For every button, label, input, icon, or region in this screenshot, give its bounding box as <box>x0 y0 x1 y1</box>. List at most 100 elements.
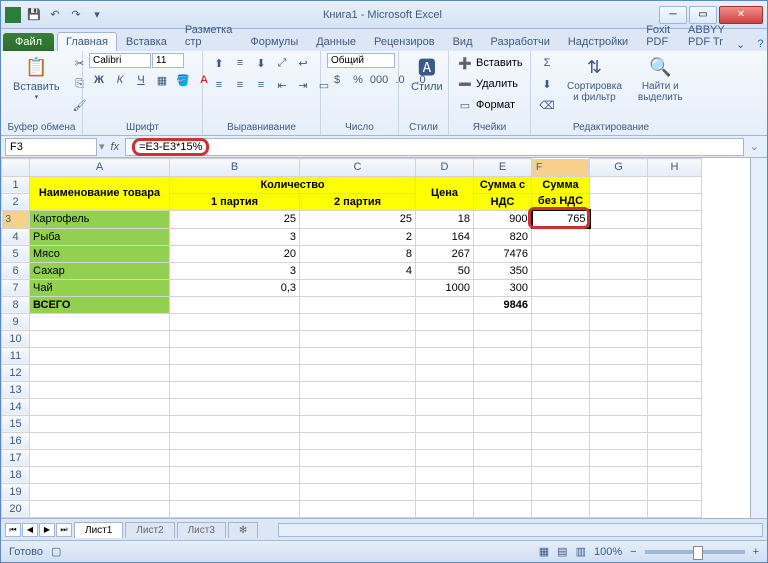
italic-icon[interactable]: К <box>110 70 130 90</box>
tab-layout[interactable]: Разметка стр <box>176 20 242 51</box>
row-header[interactable]: 3 <box>2 211 30 228</box>
align-center-icon[interactable]: ≡ <box>230 75 250 95</box>
row-header[interactable]: 14 <box>2 398 30 415</box>
help-icon[interactable]: ? <box>754 37 768 51</box>
row-header[interactable]: 4 <box>2 228 30 245</box>
sheet-nav-last-icon[interactable]: ⏭ <box>56 523 72 537</box>
tab-formulas[interactable]: Формулы <box>241 32 307 51</box>
row-header[interactable]: 9 <box>2 313 30 330</box>
insert-cells-label[interactable]: Вставить <box>476 57 523 69</box>
tab-home[interactable]: Главная <box>57 32 117 51</box>
format-cells-icon[interactable]: ▭ <box>455 95 475 115</box>
delete-cells-icon[interactable]: ➖ <box>455 74 475 94</box>
col-header[interactable]: D <box>416 159 474 177</box>
align-middle-icon[interactable]: ≡ <box>230 53 250 73</box>
styles-button[interactable]: 🅰Стили <box>405 53 449 95</box>
row-header[interactable]: 5 <box>2 245 30 262</box>
file-tab[interactable]: Файл <box>3 33 54 51</box>
fx-icon[interactable]: fx <box>107 141 124 153</box>
row-header[interactable]: 7 <box>2 279 30 296</box>
align-right-icon[interactable]: ≡ <box>251 75 271 95</box>
row-header[interactable]: 12 <box>2 364 30 381</box>
tab-data[interactable]: Данные <box>307 32 365 51</box>
tab-view[interactable]: Вид <box>444 32 482 51</box>
row-header[interactable]: 10 <box>2 330 30 347</box>
indent-inc-icon[interactable]: ⇥ <box>293 75 313 95</box>
horizontal-scrollbar[interactable] <box>278 523 763 537</box>
view-layout-icon[interactable]: ▤ <box>557 545 567 558</box>
autosum-icon[interactable]: Σ <box>537 53 557 73</box>
formula-input[interactable]: =E3-E3*15% <box>125 138 744 156</box>
zoom-in-icon[interactable]: + <box>753 546 759 558</box>
row-header[interactable]: 20 <box>2 500 30 517</box>
col-header[interactable]: H <box>648 159 702 177</box>
namebox-dropdown-icon[interactable]: ▾ <box>99 140 105 153</box>
sheet-tab-new[interactable]: ✻ <box>228 522 258 538</box>
wrap-text-icon[interactable]: ↩ <box>293 53 313 73</box>
col-header[interactable]: B <box>170 159 300 177</box>
view-normal-icon[interactable]: ▦ <box>539 545 549 558</box>
font-size-select[interactable]: 11 <box>152 53 184 68</box>
row-header[interactable]: 2 <box>2 193 30 210</box>
row-header[interactable]: 13 <box>2 381 30 398</box>
orientation-icon[interactable]: ⤢ <box>272 53 292 73</box>
tab-addins[interactable]: Надстройки <box>559 32 637 51</box>
col-header[interactable]: C <box>300 159 416 177</box>
row-header[interactable]: 21 <box>2 517 30 518</box>
sort-filter-button[interactable]: ⇅Сортировка и фильтр <box>561 53 628 105</box>
clear-icon[interactable]: ⌫ <box>537 95 557 115</box>
sheet-tab-3[interactable]: Лист3 <box>177 522 226 538</box>
col-header[interactable]: F <box>532 159 589 176</box>
bold-icon[interactable]: Ж <box>89 70 109 90</box>
row-header[interactable]: 1 <box>2 176 30 193</box>
paste-button[interactable]: 📋Вставить▾ <box>7 53 66 103</box>
percent-icon[interactable]: % <box>348 70 368 90</box>
tab-insert[interactable]: Вставка <box>117 32 176 51</box>
formula-expand-icon[interactable]: ⌄ <box>746 140 763 153</box>
col-header[interactable]: E <box>474 159 532 177</box>
align-left-icon[interactable]: ≡ <box>209 75 229 95</box>
align-bottom-icon[interactable]: ⬇ <box>251 53 271 73</box>
macro-record-icon[interactable]: ▢ <box>51 545 61 558</box>
view-pagebreak-icon[interactable]: ▥ <box>576 545 586 558</box>
fill-icon[interactable]: ⬇ <box>537 74 557 94</box>
zoom-out-icon[interactable]: − <box>630 546 636 558</box>
minimize-ribbon-icon[interactable]: ⌄ <box>734 37 748 51</box>
find-select-button[interactable]: 🔍Найти и выделить <box>632 53 689 105</box>
row-header[interactable]: 15 <box>2 415 30 432</box>
qat-more-icon[interactable]: ▾ <box>88 6 106 24</box>
align-top-icon[interactable]: ⬆ <box>209 53 229 73</box>
row-header[interactable]: 16 <box>2 432 30 449</box>
comma-icon[interactable]: 000 <box>369 70 389 90</box>
tab-dev[interactable]: Разработчи <box>482 32 559 51</box>
tab-abbyy[interactable]: ABBYY PDF Tr <box>679 20 734 51</box>
row-header[interactable]: 17 <box>2 449 30 466</box>
border-icon[interactable]: ▦ <box>152 70 172 90</box>
redo-icon[interactable]: ↷ <box>67 6 85 24</box>
col-header[interactable]: A <box>30 159 170 177</box>
delete-cells-label[interactable]: Удалить <box>476 78 518 90</box>
zoom-slider[interactable] <box>645 550 745 554</box>
sheet-tab-1[interactable]: Лист1 <box>74 522 123 538</box>
row-header[interactable]: 18 <box>2 466 30 483</box>
vertical-scrollbar[interactable] <box>750 158 767 518</box>
font-name-select[interactable]: Calibri <box>89 53 151 68</box>
undo-icon[interactable]: ↶ <box>46 6 64 24</box>
sheet-nav-next-icon[interactable]: ▶ <box>39 523 55 537</box>
sheet-tab-2[interactable]: Лист2 <box>125 522 174 538</box>
number-format-select[interactable]: Общий <box>327 53 395 68</box>
tab-foxit[interactable]: Foxit PDF <box>637 20 679 51</box>
fill-color-icon[interactable]: 🪣 <box>173 70 193 90</box>
format-cells-label[interactable]: Формат <box>476 99 515 111</box>
indent-dec-icon[interactable]: ⇤ <box>272 75 292 95</box>
underline-icon[interactable]: Ч <box>131 70 151 90</box>
tab-review[interactable]: Рецензиров <box>365 32 444 51</box>
spreadsheet-grid[interactable]: ABCDEFGH1Наименование товараКоличествоЦе… <box>1 158 702 518</box>
col-header[interactable]: G <box>590 159 648 177</box>
row-header[interactable]: 19 <box>2 483 30 500</box>
sheet-nav-prev-icon[interactable]: ◀ <box>22 523 38 537</box>
row-header[interactable]: 11 <box>2 347 30 364</box>
currency-icon[interactable]: $ <box>327 70 347 90</box>
col-header[interactable] <box>2 159 30 177</box>
row-header[interactable]: 6 <box>2 262 30 279</box>
